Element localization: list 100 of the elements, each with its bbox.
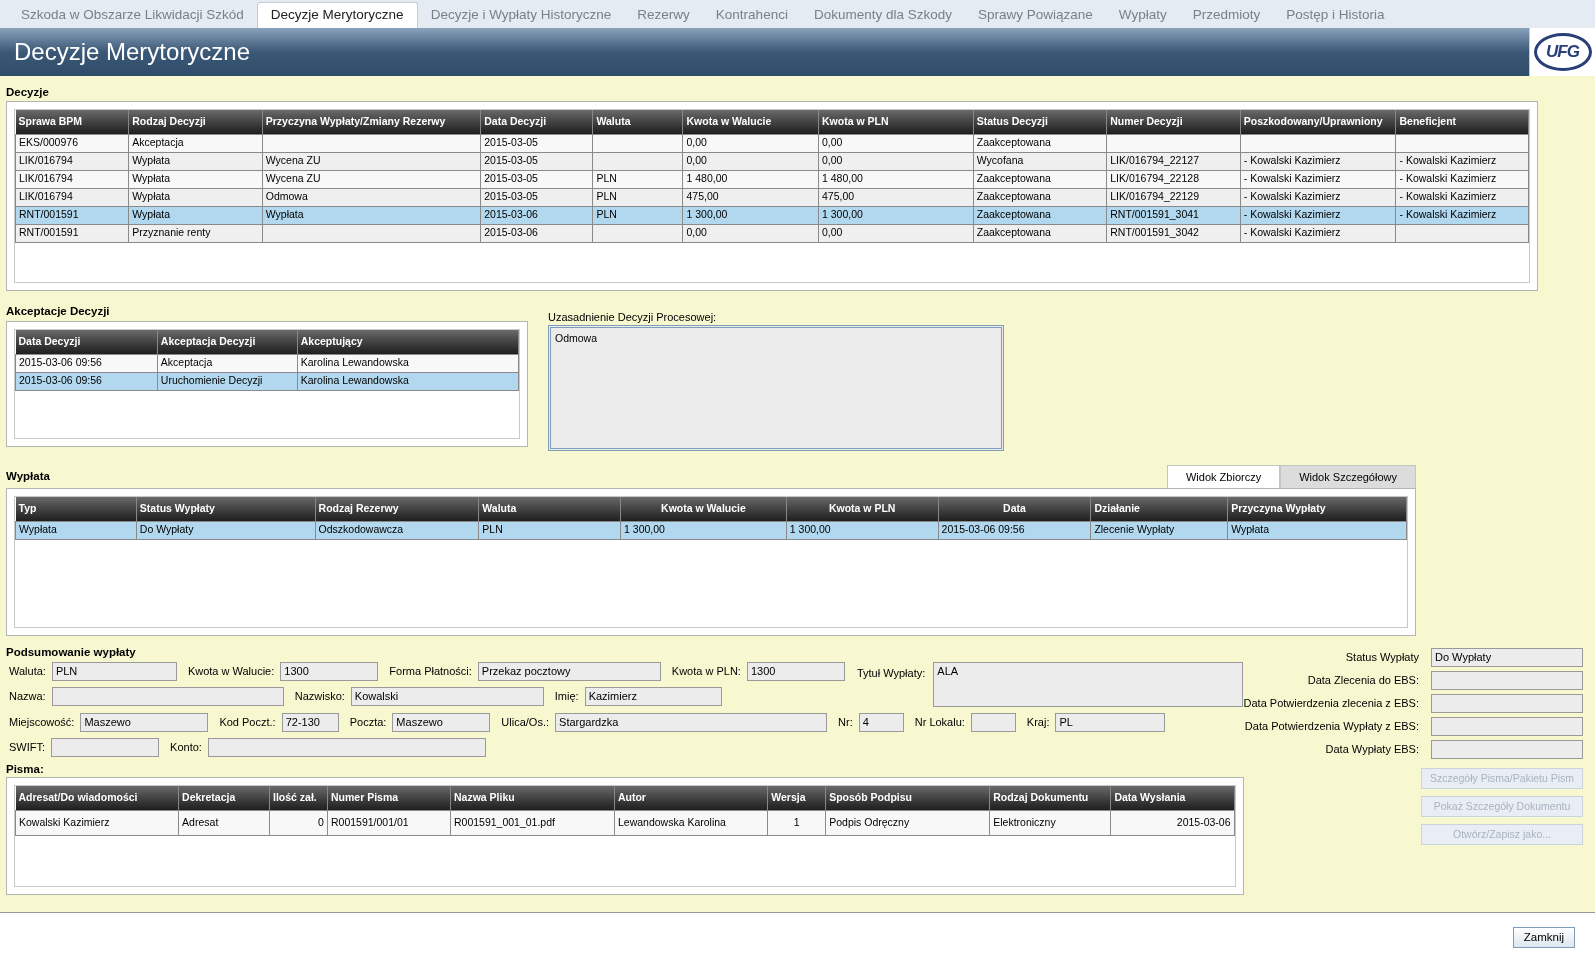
table-cell: 0	[269, 810, 328, 835]
table-cell: 1	[767, 810, 826, 835]
column-header[interactable]: Numer Decyzji	[1106, 110, 1241, 134]
column-header[interactable]: Kwota w PLN	[818, 110, 974, 134]
table-cell: 2015-03-05	[480, 134, 593, 152]
column-header[interactable]: Status Wypłaty	[136, 497, 316, 521]
column-header[interactable]: Waluta	[592, 110, 683, 134]
input-field[interactable]	[1431, 694, 1583, 713]
table-row[interactable]: Kowalski Kazimierz Adresat 0 R001591/001/01 R001591_001_01.pdf Lewandowska Karolina 1 Podpis Odręczny Elektroniczny 2015-03-06	[15, 810, 1234, 835]
input-field[interactable]: Przekaz pocztowy	[477, 662, 661, 681]
input-field[interactable]: Do Wypłaty	[1431, 648, 1583, 667]
column-header[interactable]: Data Wysłania	[1110, 786, 1234, 810]
table-cell: Podpis Odręczny	[825, 810, 990, 835]
text-area[interactable]: Odmowa	[548, 325, 1004, 451]
tab[interactable]: Wypłaty	[1105, 2, 1180, 28]
table-cell: LIK/016794_22127	[1106, 152, 1241, 170]
table-cell: - Kowalski Kazimierz	[1240, 206, 1396, 224]
column-header[interactable]: Rodzaj Decyzji	[128, 110, 263, 134]
field-label: Kwota w Walucie:	[187, 664, 275, 680]
input-field[interactable]: 1300	[280, 662, 379, 681]
input-field[interactable]: PLN	[51, 662, 177, 681]
input-field[interactable]: Kowalski	[350, 687, 544, 706]
column-header[interactable]: Działanie	[1090, 497, 1228, 521]
table-cell: 2015-03-06	[480, 206, 593, 224]
table-cell: Kowalski Kazimierz	[15, 810, 179, 835]
table-cell: 2015-03-05	[480, 170, 593, 188]
section-title: Pisma:	[6, 762, 45, 777]
column-header[interactable]: Wersja	[767, 786, 826, 810]
column-header[interactable]: Przyczyna Wypłaty	[1227, 497, 1407, 521]
field-label: Data Potwierdzenia zlecenia z EBS:	[1243, 696, 1419, 712]
column-header[interactable]: Rodzaj Rezerwy	[315, 497, 479, 521]
column-header[interactable]: Ilość zał.	[269, 786, 328, 810]
close-button[interactable]: Zamknij	[1512, 927, 1575, 948]
table-row[interactable]: 2015-03-06 09:56 Akceptacja Karolina Lewandowska	[15, 354, 519, 372]
table-cell: PLN	[592, 206, 683, 224]
column-header[interactable]: Data Decyzji	[480, 110, 593, 134]
table-cell: 1 480,00	[682, 170, 819, 188]
table-cell: PLN	[592, 188, 683, 206]
input-field[interactable]	[970, 713, 1016, 732]
table-cell: Wypłata	[128, 170, 263, 188]
column-header[interactable]: Typ	[15, 497, 137, 521]
table-cell: Wypłata	[1227, 521, 1407, 539]
column-header[interactable]: Data	[938, 497, 1091, 521]
table-cell: 1 300,00	[682, 206, 819, 224]
column-header[interactable]: Kwota w Walucie	[682, 110, 819, 134]
table-cell: 0,00	[818, 152, 974, 170]
table-cell: R001591/001/01	[327, 810, 451, 835]
field-label: Imię:	[554, 689, 579, 705]
input-field[interactable]: PL	[1055, 713, 1166, 732]
column-header[interactable]: Poszkodowany/Uprawniony	[1240, 110, 1396, 134]
column-header[interactable]: Sprawa BPM	[15, 110, 129, 134]
column-header[interactable]: Sposób Podpisu	[825, 786, 990, 810]
table-row[interactable]: Wypłata Do Wypłaty Odszkodowawcza PLN 1 300,00 1 300,00 2015-03-06 09:56 Zlecenie Wypłaty Wypłata	[15, 521, 1407, 539]
input-field[interactable]	[51, 687, 284, 706]
column-header[interactable]: Przyczyna Wypłaty/Zmiany Rezerwy	[262, 110, 481, 134]
table-cell: Odszkodowawcza	[315, 521, 479, 539]
column-header[interactable]: Dekretacja	[178, 786, 270, 810]
input-field[interactable]	[1431, 671, 1583, 690]
input-field[interactable]: Kazimierz	[584, 687, 722, 706]
table-cell: 2015-03-06 09:56	[15, 354, 158, 372]
column-header[interactable]: Adresat/Do wiadomości	[15, 786, 179, 810]
column-header[interactable]: Beneficjent	[1395, 110, 1529, 134]
column-header[interactable]: Autor	[614, 786, 768, 810]
input-field[interactable]: Maszewo	[80, 713, 209, 732]
input-field[interactable]	[207, 738, 486, 757]
column-header[interactable]: Status Decyzji	[973, 110, 1107, 134]
table-cell: Wypłata	[262, 206, 481, 224]
column-header[interactable]: Numer Pisma	[327, 786, 451, 810]
table-cell: PLN	[592, 170, 683, 188]
tab[interactable]: Widok Szczegółowy	[1280, 465, 1416, 488]
column-header[interactable]: Kwota w Walucie	[620, 497, 787, 521]
tab[interactable]: Decyzje Merytoryczne	[256, 2, 418, 28]
table-cell: Elektroniczny	[989, 810, 1111, 835]
column-header[interactable]: Nazwa Pliku	[450, 786, 615, 810]
table-cell: LIK/016794	[15, 170, 129, 188]
input-field[interactable]	[51, 738, 160, 757]
column-header[interactable]: Akceptacja Decyzji	[157, 330, 298, 354]
table-row[interactable]: EKS/000976 Akceptacja 2015-03-05 0,00 0,00 Zaakceptowana	[15, 134, 1529, 152]
field-label: Nazwisko:	[294, 689, 345, 705]
section-title: Akceptacje Decyzji	[6, 304, 111, 319]
input-field[interactable]: 72-130	[281, 713, 339, 732]
column-header[interactable]: Waluta	[478, 497, 621, 521]
input-field[interactable]	[1431, 717, 1583, 736]
tab[interactable]: Widok Zbiorczy	[1167, 465, 1281, 488]
table-cell: - Kowalski Kazimierz	[1240, 188, 1396, 206]
input-field[interactable]: Stargardzka	[555, 713, 828, 732]
table-cell: 1 300,00	[786, 521, 939, 539]
text-area[interactable]: ALA	[933, 662, 1244, 707]
table-cell: - Kowalski Kazimierz	[1240, 152, 1396, 170]
column-header[interactable]: Rodzaj Dokumentu	[989, 786, 1111, 810]
input-field[interactable]	[1431, 740, 1583, 759]
column-header[interactable]: Kwota w PLN	[786, 497, 939, 521]
field-label: Ulica/Os.:	[501, 715, 550, 731]
field-label: Waluta:	[9, 664, 46, 680]
input-field[interactable]: Maszewo	[392, 713, 491, 732]
input-field[interactable]: 1300	[746, 662, 845, 681]
input-field[interactable]: 4	[858, 713, 904, 732]
column-header[interactable]: Data Decyzji	[15, 330, 158, 354]
column-header[interactable]: Akceptujący	[297, 330, 519, 354]
field-label: Tytuł Wypłaty:	[855, 666, 926, 681]
